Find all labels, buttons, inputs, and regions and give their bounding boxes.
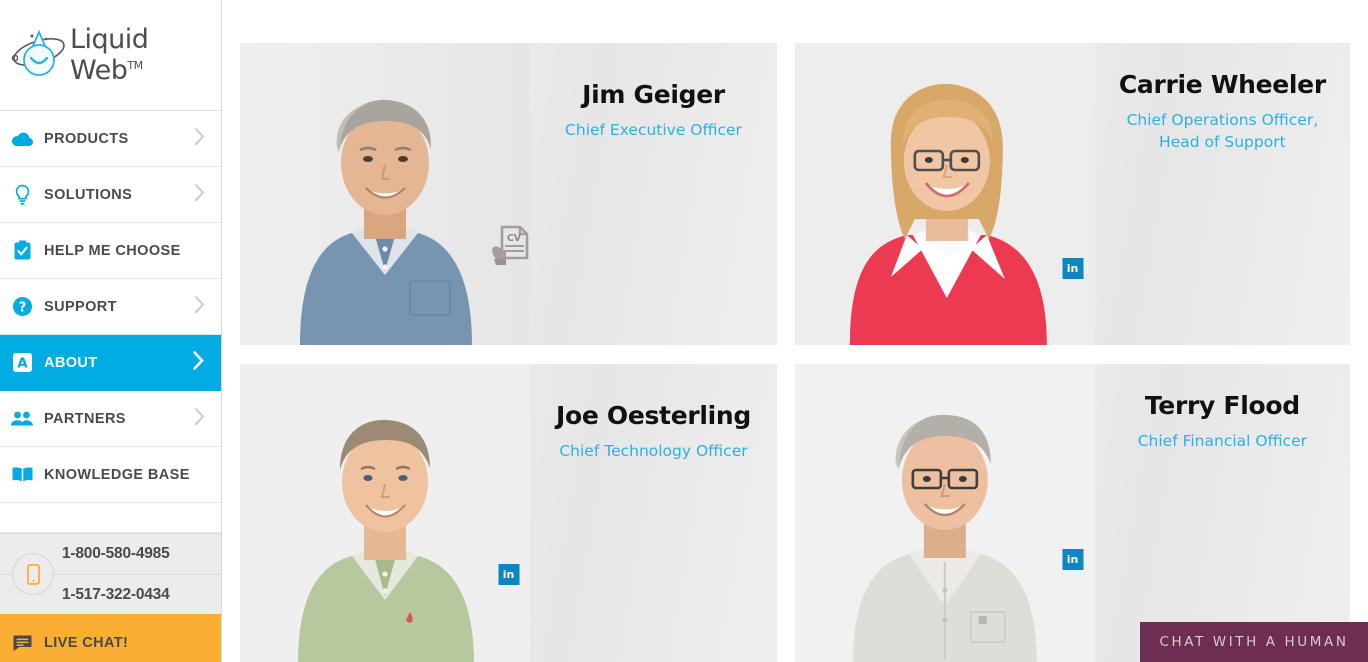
about-a-icon: A (0, 352, 44, 373)
sidebar-item-label: ABOUT (44, 354, 98, 371)
team-card-social[interactable]: in (1062, 549, 1083, 570)
team-card-text: Carrie Wheeler Chief Operations Officer,… (1095, 43, 1350, 153)
sidebar-item-label: PARTNERS (44, 410, 126, 427)
sidebar-item-knowledge-base[interactable]: KNOWLEDGE BASE (0, 447, 221, 503)
cv-icon[interactable]: CV (488, 225, 530, 273)
trademark-symbol: TM (127, 59, 143, 72)
team-member-title: Chief Technology Officer (559, 441, 748, 460)
team-card[interactable]: Joe Oesterling Chief Technology Officer … (240, 364, 777, 662)
team-card-social[interactable]: CV (488, 221, 530, 274)
team-member-title: Chief Financial Officer (1137, 431, 1307, 450)
chevron-right-icon (194, 407, 205, 430)
team-card[interactable]: Carrie Wheeler Chief Operations Officer,… (795, 43, 1350, 345)
sidebar: Liquid WebTM PRODUCTS SOLUTIONS HELP ME … (0, 0, 222, 662)
people-icon (0, 411, 44, 427)
sidebar-item-solutions[interactable]: SOLUTIONS (0, 167, 221, 223)
chevron-right-icon (194, 295, 205, 318)
svg-text:CV: CV (506, 233, 521, 244)
logo[interactable]: Liquid WebTM (0, 0, 221, 111)
chat-bubble-icon (0, 634, 44, 652)
live-chat-button[interactable]: LIVE CHAT! (0, 614, 221, 662)
avatar (240, 364, 530, 662)
team-member-title: Chief Operations Officer, Head of Suppor… (1095, 109, 1350, 153)
chevron-right-icon (194, 183, 205, 206)
team-member-name: Terry Flood (1144, 391, 1300, 420)
phone-block: 1-800-580-4985 1-517-322-0434 (0, 533, 221, 614)
sidebar-item-about[interactable]: A ABOUT (0, 335, 221, 391)
sidebar-item-label: SOLUTIONS (44, 186, 133, 203)
sidebar-item-help-me-choose[interactable]: HELP ME CHOOSE (0, 223, 221, 279)
team-member-name: Joe Oesterling (555, 401, 752, 430)
team-member-name: Carrie Wheeler (1118, 70, 1326, 99)
question-circle-icon: ? (0, 296, 44, 317)
sidebar-item-label: KNOWLEDGE BASE (44, 466, 190, 483)
sidebar-item-label: PRODUCTS (44, 130, 129, 147)
clipboard-check-icon (0, 240, 44, 261)
avatar (795, 364, 1095, 662)
liquid-web-droplet-logo-icon (10, 24, 68, 86)
sidebar-item-products[interactable]: PRODUCTS (0, 111, 221, 167)
page-root: Liquid WebTM PRODUCTS SOLUTIONS HELP ME … (0, 0, 1368, 662)
linkedin-icon[interactable]: in (498, 564, 519, 585)
logo-wordmark: Liquid WebTM (70, 24, 149, 86)
svg-text:?: ? (18, 300, 26, 315)
team-member-title: Chief Executive Officer (565, 120, 742, 139)
team-card-social[interactable]: in (1062, 258, 1083, 279)
mobile-phone-icon (12, 553, 54, 595)
sidebar-item-label: SUPPORT (44, 298, 117, 315)
avatar (240, 43, 530, 345)
chevron-right-icon (194, 127, 205, 150)
sidebar-nav: PRODUCTS SOLUTIONS HELP ME CHOOSE ? SUPP… (0, 111, 221, 533)
team-member-title-line1: Chief Operations Officer, (1126, 110, 1319, 129)
team-grid: Jim Geiger Chief Executive Officer CV Ca… (240, 43, 1350, 662)
team-card-text: Jim Geiger Chief Executive Officer (530, 43, 777, 141)
team-card-social[interactable]: in (498, 564, 519, 585)
lightbulb-icon (0, 184, 44, 206)
team-member-title-line2: Head of Support (1159, 132, 1286, 151)
team-card[interactable]: Jim Geiger Chief Executive Officer CV (240, 43, 777, 345)
team-member-name: Jim Geiger (582, 80, 725, 109)
team-card[interactable]: Terry Flood Chief Financial Officer in (795, 364, 1350, 662)
linkedin-icon[interactable]: in (1062, 258, 1083, 279)
book-icon (0, 466, 44, 484)
team-card-text: Joe Oesterling Chief Technology Officer (530, 364, 777, 462)
sidebar-item-partners[interactable]: PARTNERS (0, 391, 221, 447)
sidebar-item-support[interactable]: ? SUPPORT (0, 279, 221, 335)
linkedin-icon[interactable]: in (1062, 549, 1083, 570)
chat-with-a-human-button[interactable]: CHAT WITH A HUMAN (1140, 622, 1368, 662)
svg-text:A: A (17, 356, 28, 372)
chevron-right-icon (192, 350, 205, 375)
sidebar-item-label: HELP ME CHOOSE (44, 242, 181, 259)
team-card-text: Terry Flood Chief Financial Officer (1095, 364, 1350, 452)
avatar (795, 43, 1095, 345)
sidebar-item-partial-next[interactable] (0, 503, 221, 533)
live-chat-label: LIVE CHAT! (44, 634, 129, 651)
cloud-icon (0, 131, 44, 147)
main-content: Jim Geiger Chief Executive Officer CV Ca… (222, 0, 1368, 662)
